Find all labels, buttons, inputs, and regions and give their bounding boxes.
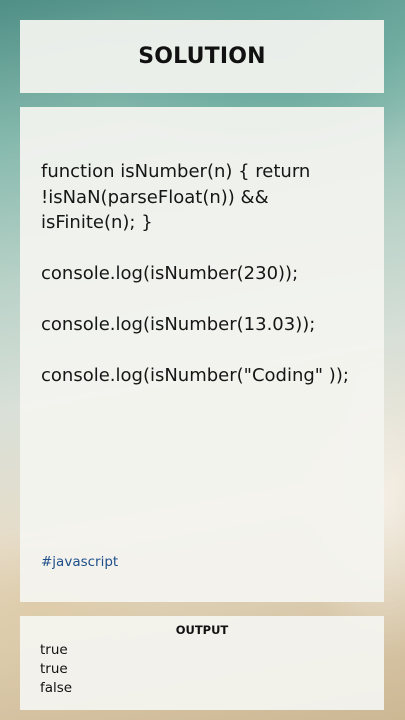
- code-line-log-13-03: console.log(isNumber(13.03));: [41, 314, 316, 335]
- code-line-log-230: console.log(isNumber(230));: [41, 263, 299, 284]
- code-line-log-coding: console.log(isNumber("Coding" ));: [41, 365, 349, 386]
- code-panel: function isNumber(n) { return !isNaN(par…: [20, 107, 384, 602]
- output-heading: OUTPUT: [175, 623, 229, 637]
- page-title: SOLUTION: [138, 44, 266, 69]
- output-line-1: true: [40, 642, 68, 658]
- code-line-function: function isNumber(n) { return !isNaN(par…: [41, 161, 317, 233]
- title-panel: SOLUTION: [20, 20, 384, 93]
- output-line-3: false: [40, 680, 73, 696]
- output-panel: OUTPUT true true false: [20, 616, 384, 710]
- hashtag-javascript: #javascript: [41, 554, 119, 570]
- output-line-2: true: [40, 661, 68, 677]
